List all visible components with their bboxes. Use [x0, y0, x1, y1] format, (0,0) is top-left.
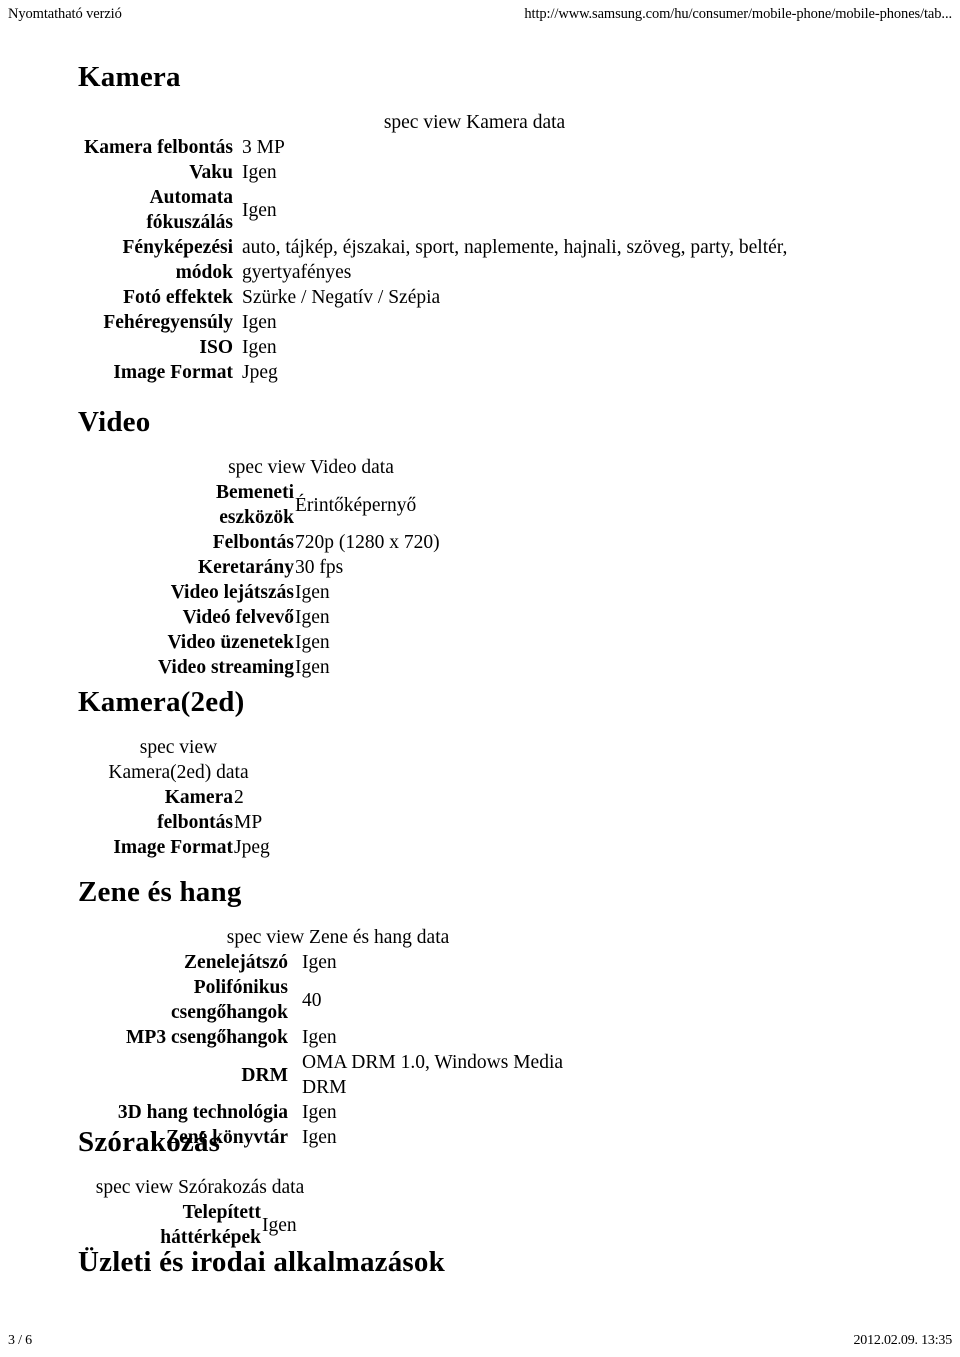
spec-value: Jpeg — [234, 837, 270, 858]
spec-table-caption-kamera: spec view Kamera data — [383, 112, 566, 133]
spec-value: Igen — [242, 337, 277, 358]
table-row: Fotó effektek Szürke / Negatív / Szépia — [78, 285, 871, 310]
spec-label: MP3 csengőhangok — [126, 1027, 288, 1048]
spec-value: 3 MP — [242, 137, 285, 158]
table-row: Video streaming Igen — [146, 655, 476, 680]
table-row: DRM OMA DRM 1.0, Windows Media DRM — [78, 1050, 598, 1100]
table-row: Fehéregyensúly Igen — [78, 310, 871, 335]
spec-value: Igen — [302, 1127, 337, 1148]
page-running-footer: 3 / 6 2012.02.09. 13:35 — [0, 1323, 960, 1357]
spec-table-video: spec view Video data Bemeneti eszközök É… — [146, 455, 476, 680]
spec-label: Telepített háttérképek — [160, 1202, 261, 1248]
spec-label: Videó felvevő — [182, 607, 294, 628]
section-zene-es-hang: Zene és hang spec view Zene és hang data… — [78, 875, 598, 1150]
table-row: Felbontás 720p (1280 x 720) — [146, 530, 476, 555]
table-row: Vaku Igen — [78, 160, 871, 185]
section-kamera-2ed: Kamera(2ed) spec view Kamera(2ed) data K… — [78, 685, 271, 860]
spec-value: 30 fps — [295, 557, 344, 578]
spec-label: Felbontás — [212, 532, 294, 553]
spec-value: Igen — [295, 657, 330, 678]
source-url-label: http://www.samsung.com/hu/consumer/mobil… — [524, 6, 952, 22]
spec-label: Image Format — [113, 362, 233, 383]
table-row: MP3 csengőhangok Igen — [78, 1025, 598, 1050]
spec-value: 2 MP — [234, 787, 263, 833]
spec-table-caption-video: spec view Video data — [228, 457, 394, 478]
spec-value: 720p (1280 x 720) — [295, 532, 440, 553]
table-row: Keretarány 30 fps — [146, 555, 476, 580]
table-row: Video lejátszás Igen — [146, 580, 476, 605]
spec-value: OMA DRM 1.0, Windows Media DRM — [302, 1052, 564, 1098]
table-row: Fényképezési módok auto, tájkép, éjszaka… — [78, 235, 871, 285]
spec-label: Zenelejátszó — [184, 952, 288, 973]
spec-label: Fotó effektek — [123, 287, 233, 308]
spec-label: 3D hang technológia — [117, 1102, 288, 1123]
spec-value: Igen — [302, 1102, 337, 1123]
spec-label: Keretarány — [197, 557, 294, 578]
spec-label: Fehéregyensúly — [103, 312, 233, 333]
spec-label: ISO — [199, 337, 233, 358]
printable-version-label: Nyomtatható verzió — [8, 6, 122, 22]
spec-value: Igen — [295, 632, 330, 653]
spec-table-caption-szorakozas: spec view Szórakozás data — [95, 1177, 305, 1198]
spec-label: Vaku — [189, 162, 233, 183]
spec-value: Igen — [242, 199, 277, 221]
table-row: Bemeneti eszközök Érintőképernyő — [146, 480, 476, 530]
spec-value: Igen — [242, 312, 277, 333]
spec-value: Szürke / Negatív / Szépia — [242, 287, 441, 308]
spec-table-kamera: spec view Kamera data Kamera felbontás 3… — [78, 110, 871, 385]
spec-table-zene-es-hang: spec view Zene és hang data Zenelejátszó… — [78, 925, 598, 1150]
spec-label: Polifónikus csengőhangok — [170, 977, 288, 1023]
spec-label: Video üzenetek — [167, 632, 294, 653]
spec-table-caption-kamera-2ed: spec view Kamera(2ed) data — [108, 737, 249, 783]
table-row: ISO Igen — [78, 335, 871, 360]
table-row: Automata fókuszálás Igen — [78, 185, 871, 235]
table-row: Kamera felbontás 3 MP — [78, 135, 871, 160]
section-kamera: Kamera spec view Kamera data Kamera felb… — [78, 60, 871, 385]
section-uzleti-es-irodai-alkalmazasok: Üzleti és irodai alkalmazások — [78, 1245, 445, 1279]
table-row: Video üzenetek Igen — [146, 630, 476, 655]
page-number-label: 3 / 6 — [8, 1333, 32, 1348]
spec-label: Kamera felbontás — [84, 137, 233, 158]
section-heading-uzleti-es-irodai-alkalmazasok: Üzleti és irodai alkalmazások — [78, 1246, 445, 1278]
table-row: Polifónikus csengőhangok 40 — [78, 975, 598, 1025]
table-row: Zenelejátszó Igen — [78, 950, 598, 975]
table-row: Telepített háttérképek Igen — [85, 1200, 315, 1250]
page-running-header: Nyomtatható verzió http://www.samsung.co… — [0, 0, 960, 30]
print-timestamp-label: 2012.02.09. 13:35 — [853, 1333, 953, 1348]
table-row: Image Format Jpeg — [86, 835, 271, 860]
spec-label: Fényképezési módok — [122, 237, 233, 283]
spec-label: Video streaming — [158, 657, 294, 678]
spec-value: Igen — [262, 1214, 297, 1236]
section-heading-szorakozas: Szórakozás — [78, 1126, 221, 1158]
spec-label: DRM — [241, 1064, 288, 1086]
spec-value: Érintőképernyő — [295, 494, 417, 516]
spec-label: Automata fókuszálás — [146, 187, 233, 233]
section-heading-kamera-2ed: Kamera(2ed) — [78, 686, 245, 718]
spec-table-szorakozas: spec view Szórakozás data Telepített hát… — [85, 1175, 315, 1250]
section-video: Video spec view Video data Bemeneti eszk… — [78, 405, 476, 680]
spec-value: Igen — [295, 607, 330, 628]
spec-value: Igen — [295, 582, 330, 603]
spec-table-caption-zene-es-hang: spec view Zene és hang data — [226, 927, 450, 948]
spec-value: auto, tájkép, éjszakai, sport, naplement… — [242, 237, 788, 283]
section-heading-zene-es-hang: Zene és hang — [78, 876, 242, 908]
table-row: Videó felvevő Igen — [146, 605, 476, 630]
table-row: Kamera felbontás 2 MP — [86, 785, 271, 835]
section-heading-video: Video — [78, 406, 151, 438]
spec-table-kamera-2ed: spec view Kamera(2ed) data Kamera felbon… — [86, 735, 271, 860]
spec-label: Image Format — [113, 837, 233, 858]
spec-value: Igen — [302, 1027, 337, 1048]
spec-value: Igen — [242, 162, 277, 183]
spec-value: 40 — [302, 989, 322, 1011]
spec-label: Video lejátszás — [170, 582, 294, 603]
table-row: 3D hang technológia Igen — [78, 1100, 598, 1125]
section-szorakozas: Szórakozás spec view Szórakozás data Tel… — [78, 1125, 315, 1250]
table-row: Image Format Jpeg — [78, 360, 871, 385]
spec-label: Kamera felbontás — [157, 787, 233, 833]
spec-value: Igen — [302, 952, 337, 973]
spec-value: Jpeg — [242, 362, 278, 383]
spec-label: Bemeneti eszközök — [216, 482, 294, 528]
section-heading-kamera: Kamera — [78, 61, 181, 93]
